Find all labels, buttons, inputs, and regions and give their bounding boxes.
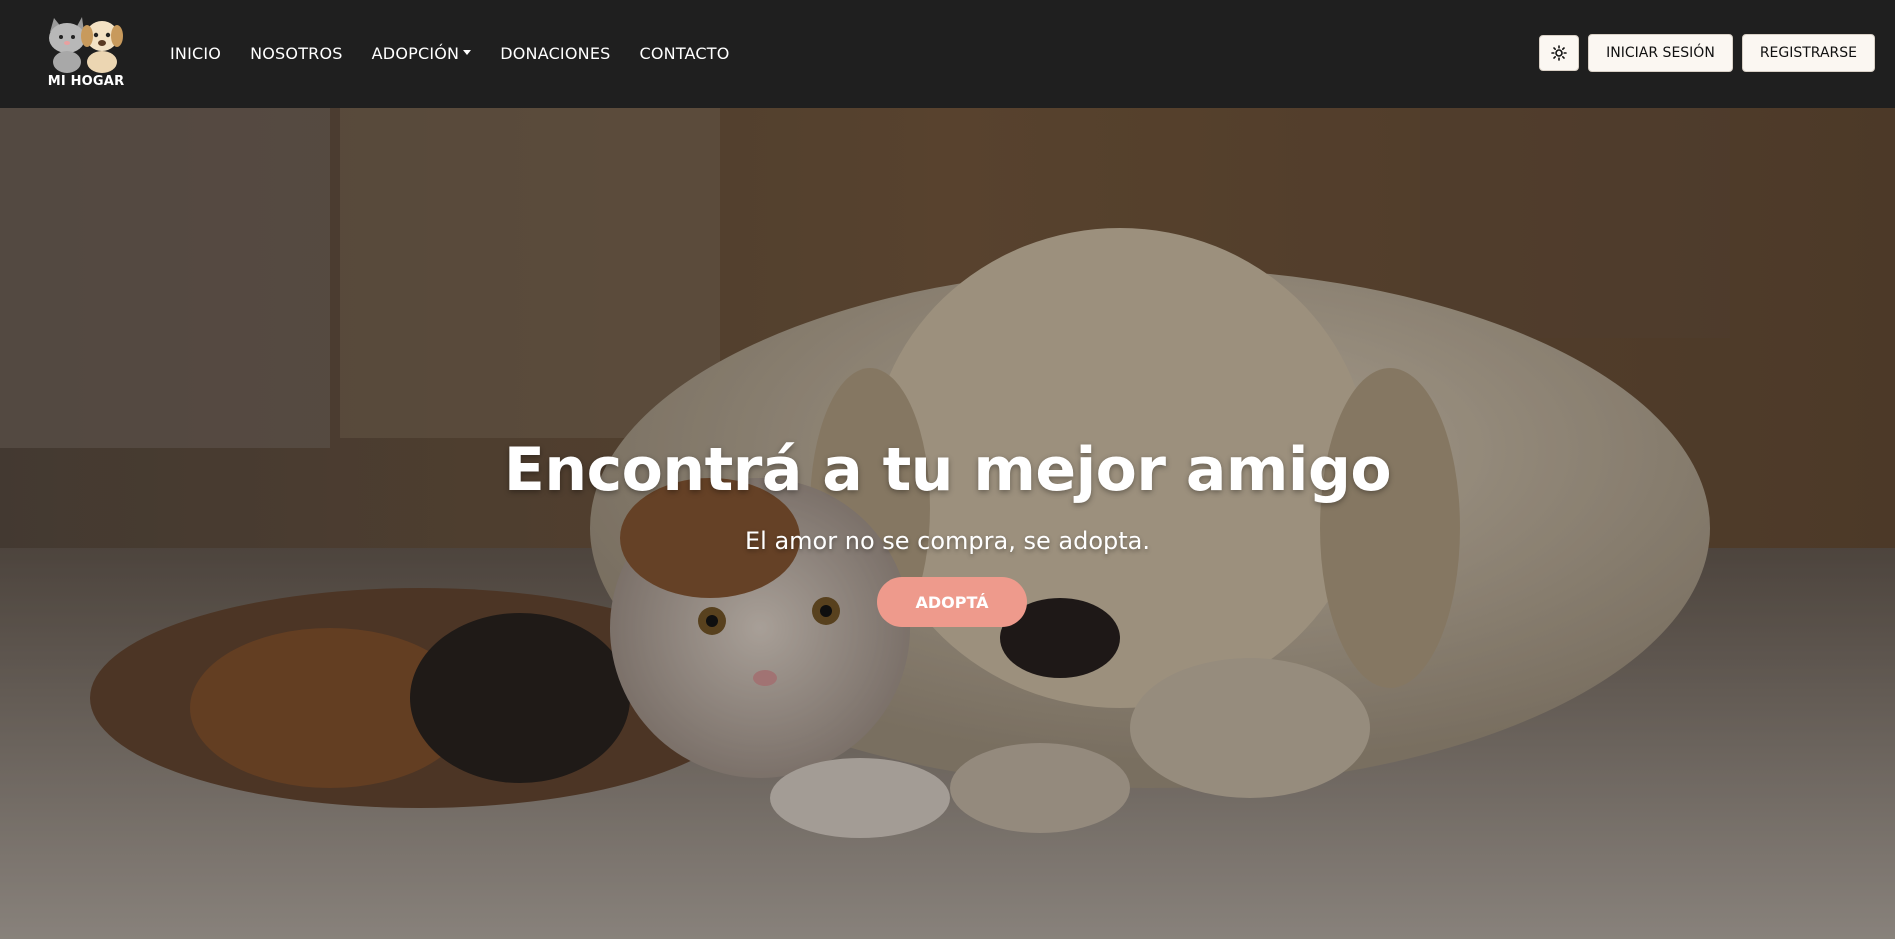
hero-title: Encontrá a tu mejor amigo <box>503 435 1392 505</box>
nav-actions: INICIAR SESIÓN REGISTRARSE <box>1539 34 1875 72</box>
nav-link-donaciones[interactable]: DONACIONES <box>500 44 610 63</box>
cat-and-dog-logo-icon <box>49 17 123 73</box>
hero-overlay <box>0 108 1895 939</box>
sun-icon <box>1551 45 1567 61</box>
nav-link-contacto[interactable]: CONTACTO <box>639 44 729 63</box>
navbar: MI HOGAR INICIO NOSOTROS ADOPCIÓN DONACI… <box>0 0 1895 108</box>
brand-name: MI HOGAR <box>47 74 125 89</box>
main-nav: INICIO NOSOTROS ADOPCIÓN DONACIONES CONT… <box>170 40 730 66</box>
register-button[interactable]: REGISTRARSE <box>1741 34 1875 72</box>
theme-toggle-button[interactable] <box>1539 35 1580 71</box>
nav-link-nosotros[interactable]: NOSOTROS <box>250 44 343 63</box>
hero-subtitle: El amor no se compra, se adopta. <box>745 527 1150 555</box>
nav-dropdown-adopcion-label: ADOPCIÓN <box>371 43 460 63</box>
adopt-cta-button[interactable]: ADOPTÁ <box>877 577 1027 627</box>
nav-dropdown-adopcion[interactable]: ADOPCIÓN <box>372 44 472 63</box>
brand-logo[interactable]: MI HOGAR <box>38 12 134 92</box>
caret-down-icon <box>463 49 472 55</box>
login-button[interactable]: INICIAR SESIÓN <box>1588 34 1733 72</box>
nav-link-inicio[interactable]: INICIO <box>170 44 221 63</box>
hero-section: Encontrá a tu mejor amigo El amor no se … <box>0 108 1895 939</box>
